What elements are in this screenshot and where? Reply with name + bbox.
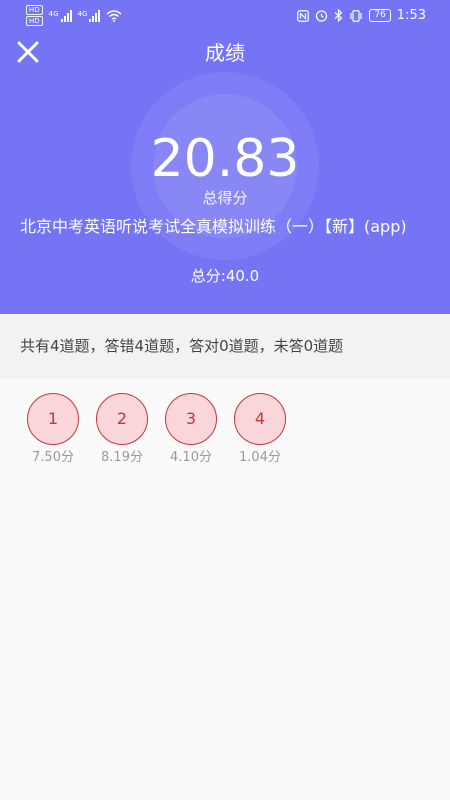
question-number-circle[interactable]: 4 [234,393,286,445]
status-bar-right: 76 1:53 [297,8,426,23]
nfc-icon [297,9,310,22]
hd-badge: HD [26,16,43,26]
question-score: 4.10分 [170,450,212,465]
exam-title: 北京中考英语听说考试全真模拟训练（一）【新】(app) [20,217,407,236]
page-title: 成绩 [205,41,245,65]
summary-text: 共有4道题，答错4道题，答对0道题，未答0道题 [20,337,344,355]
question-item-2[interactable]: 2 8.19分 [95,393,149,467]
status-bar: HD HD 4G 4G 76 1:53 [0,0,450,32]
hd-icon: HD HD [26,5,43,26]
total-score-label: 总得分 [202,189,248,207]
status-bar-left: HD HD 4G 4G [26,5,122,26]
question-score: 1.04分 [239,450,281,465]
question-number-circle[interactable]: 1 [27,393,79,445]
question-score: 7.50分 [32,450,74,465]
bluetooth-icon [334,9,343,22]
score-header: HD HD 4G 4G 76 1:53 成绩 20.83 总得分 北京中考英语听… [0,0,450,314]
signal-icon: 4G [77,9,101,22]
hd-badge: HD [26,5,43,15]
question-item-3[interactable]: 3 4.10分 [164,393,218,467]
question-number-circle[interactable]: 2 [96,393,148,445]
vibrate-icon [350,9,362,22]
result-summary: 共有4道题，答错4道题，答对0道题，未答0道题 [0,314,450,378]
signal-label: 4G [48,9,59,18]
question-number-circle[interactable]: 3 [165,393,217,445]
alarm-icon [316,10,328,22]
question-item-4[interactable]: 4 1.04分 [233,393,287,467]
signal-icon: 4G [48,9,72,22]
status-time: 1:53 [396,8,426,23]
question-item-1[interactable]: 1 7.50分 [26,393,80,467]
total-score-value: 20.83 [150,129,300,189]
signal-label: 4G [77,9,88,18]
question-score: 8.19分 [101,450,143,465]
full-marks: 总分:40.0 [190,267,260,285]
wifi-icon [106,9,122,22]
battery-icon: 76 [369,9,391,22]
